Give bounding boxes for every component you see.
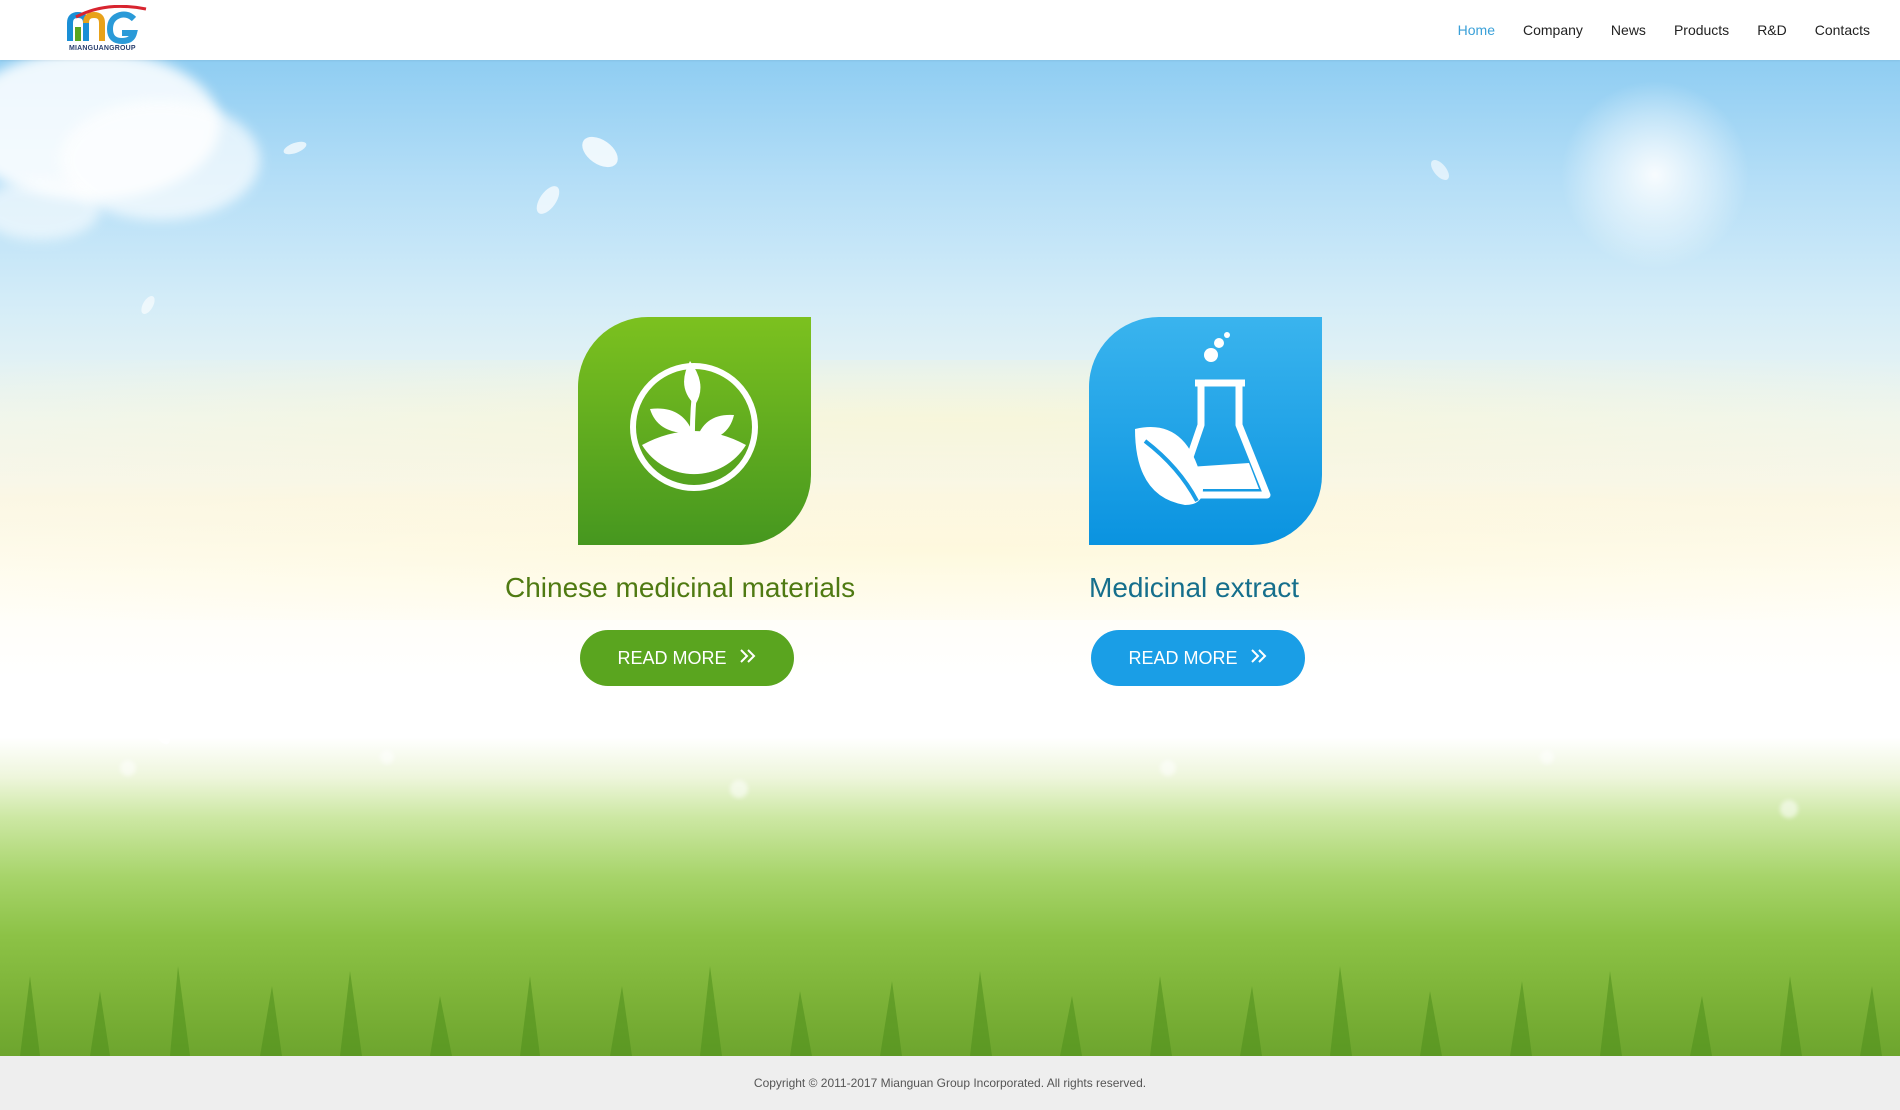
bokeh-dot [120,760,136,776]
main-nav: Home Company News Products R&D Contacts [1430,0,1870,60]
materials-title: Chinese medicinal materials [505,572,856,603]
nav-products[interactable]: Products [1674,22,1729,38]
site-footer: Copyright © 2011-2017 Mianguan Group Inc… [0,1056,1900,1110]
bokeh-dot [730,780,748,798]
extract-title: Medicinal extract [1089,572,1300,603]
mg-logo-icon [67,5,147,45]
read-more-label: READ MORE [617,647,727,668]
materials-tile[interactable] [578,317,811,545]
copyright-text: Copyright © 2011-2017 Mianguan Group Inc… [753,1076,1147,1090]
logo-text: MIANGUANGROUP [69,45,136,52]
double-chevron-right-icon [1250,648,1268,669]
nav-news[interactable]: News [1611,22,1646,38]
nav-contacts[interactable]: Contacts [1815,22,1870,38]
hero-banner [0,60,1900,1056]
logo[interactable]: MIANGUANGROUP [66,5,150,57]
nav-home[interactable]: Home [1458,22,1495,38]
flask-leaf-icon [1135,332,1271,505]
bokeh-dot [380,750,394,764]
bokeh-dot [1540,750,1554,764]
bokeh-dot [1780,800,1798,818]
grass-blades [20,966,1882,1056]
read-more-label: READ MORE [1128,647,1238,668]
site-header: MIANGUANGROUP Home Company News Products… [0,0,1900,60]
materials-read-more-button[interactable]: READ MORE [580,630,794,686]
bokeh-dot [1160,760,1176,776]
extract-read-more-button[interactable]: READ MORE [1091,630,1305,686]
extract-tile[interactable] [1089,317,1322,545]
double-chevron-right-icon [739,648,757,669]
nav-company[interactable]: Company [1523,22,1583,38]
nav-rd[interactable]: R&D [1757,22,1787,38]
plant-sprout-icon [630,361,758,491]
